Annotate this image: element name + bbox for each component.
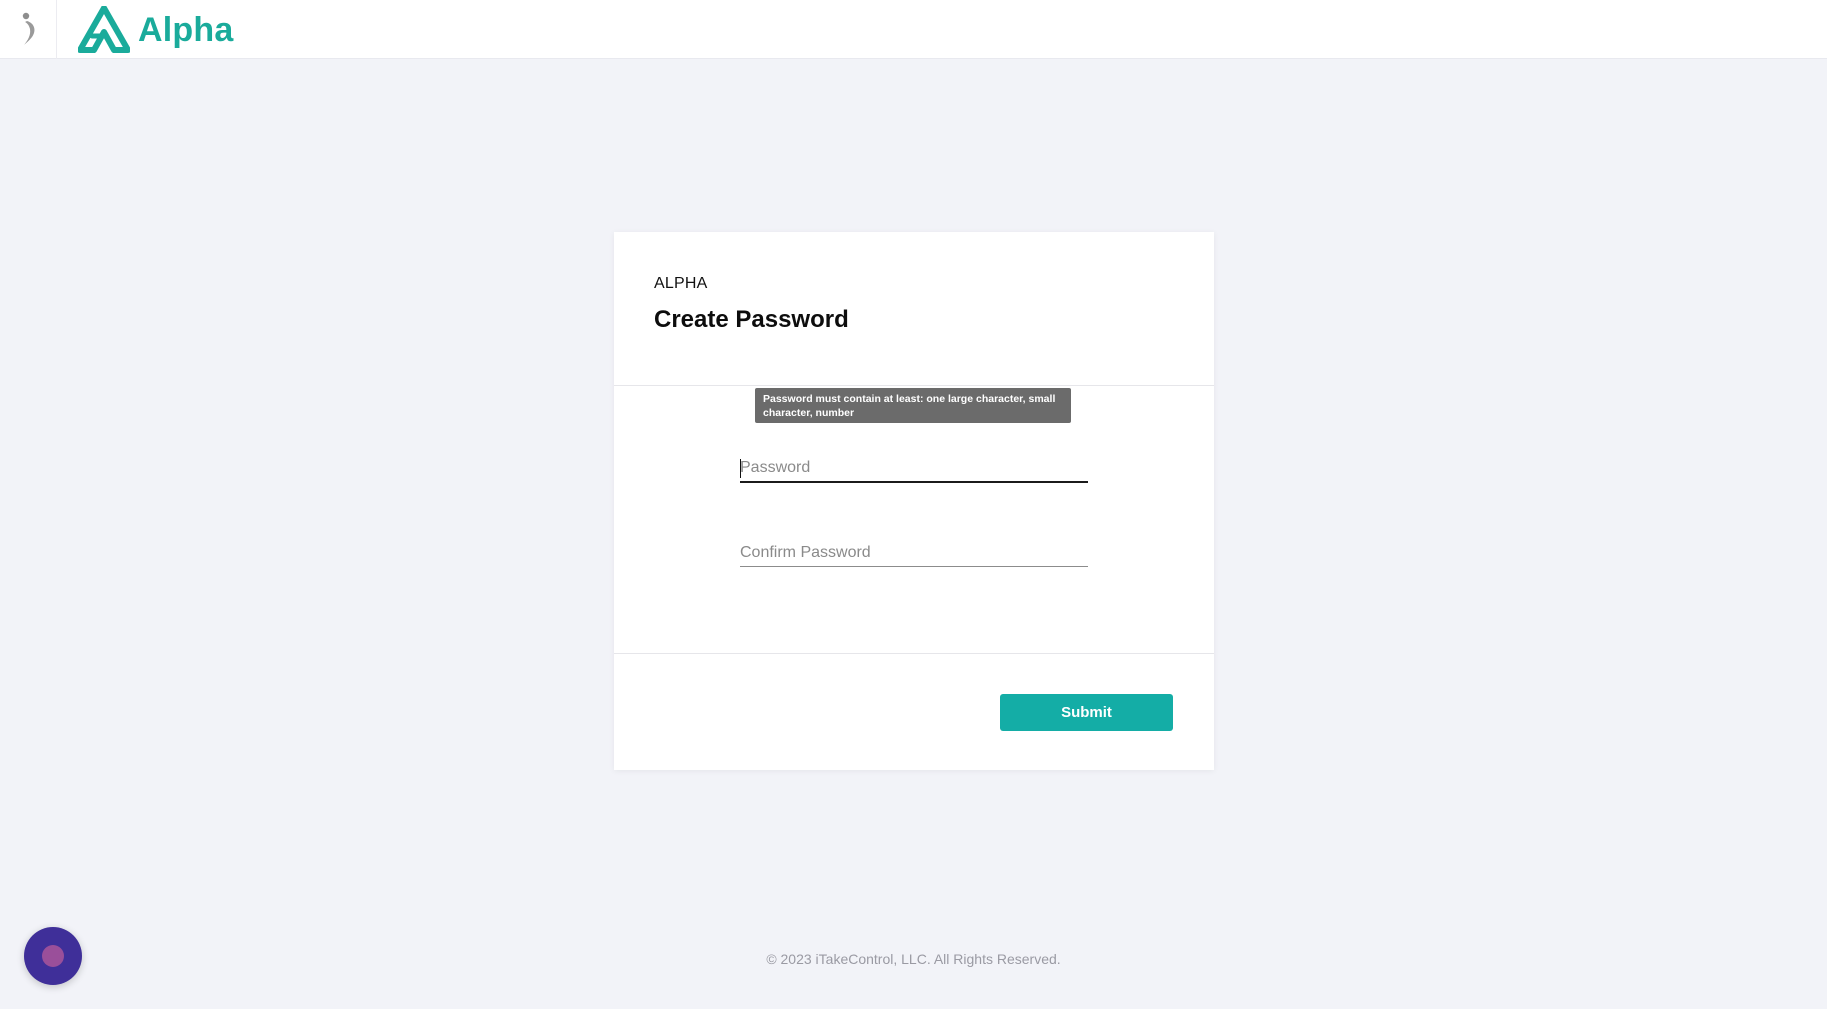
chat-launcher-button[interactable]	[24, 927, 82, 985]
submit-button[interactable]: Submit	[1000, 694, 1173, 731]
figure-logo-icon[interactable]	[18, 10, 42, 48]
card-eyebrow: ALPHA	[654, 275, 708, 292]
confirm-password-field[interactable]	[740, 539, 1088, 567]
confirm-password-input[interactable]	[740, 539, 1088, 566]
copyright-text: © 2023 iTakeControl, LLC. All Rights Res…	[766, 951, 1061, 967]
password-input[interactable]	[740, 455, 1088, 481]
brand-logo[interactable]: Alpha	[78, 6, 233, 54]
page-title: Create Password	[654, 306, 849, 333]
chat-launcher-icon	[42, 945, 64, 967]
text-caret	[740, 459, 741, 478]
card-header: ALPHA Create Password	[614, 232, 1214, 386]
top-bar: Alpha	[0, 0, 1827, 59]
card-footer: Submit	[614, 653, 1214, 770]
create-password-card: ALPHA Create Password Password must cont…	[614, 232, 1214, 770]
password-field[interactable]	[740, 455, 1088, 483]
top-bar-left-slot	[0, 0, 57, 59]
brand-name: Alpha	[138, 10, 234, 49]
password-rules-tooltip: Password must contain at least: one larg…	[755, 388, 1071, 423]
alpha-triangle-logo-icon	[78, 6, 130, 53]
